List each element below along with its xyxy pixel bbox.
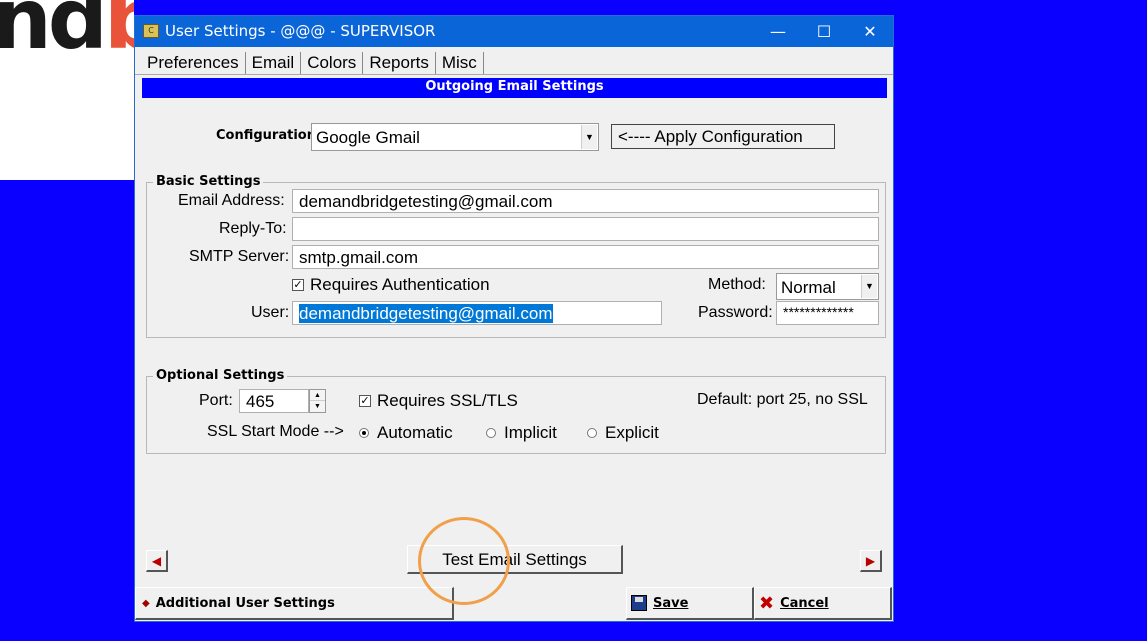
close-icon: ✕ [863,22,877,41]
chevron-down-icon: ▼ [861,275,877,298]
tab-strip: Preferences Email Colors Reports Misc [141,52,484,74]
user-label: User: [251,304,290,321]
red-x-icon: ✖ [759,592,775,614]
window-title: User Settings - @@@ - SUPERVISOR [165,22,436,40]
method-label: Method: [708,276,766,293]
requires-ssl-checkbox[interactable]: ✓ Requires SSL/TLS [359,391,518,411]
tab-email[interactable]: Email [245,52,302,74]
bottom-bar: ◆ Additional User Settings Save ✖ Cancel [135,587,893,621]
user-settings-window: C User Settings - @@@ - SUPERVISOR — ☐ ✕… [134,15,894,622]
optional-settings-title: Optional Settings [153,368,288,383]
save-button[interactable]: Save [626,587,754,620]
radio-selected-icon [359,428,369,438]
chevron-down-icon: ▼ [581,125,597,149]
radio-explicit[interactable]: Explicit [587,423,659,443]
basic-settings-title: Basic Settings [153,174,264,189]
port-label: Port: [199,392,233,409]
requires-authentication-label: Requires Authentication [310,275,490,294]
ssl-start-mode-label: SSL Start Mode --> [207,423,344,440]
radio-explicit-label: Explicit [605,423,659,442]
apply-configuration-button[interactable]: <---- Apply Configuration [611,124,835,149]
cancel-label: Cancel [780,595,829,611]
reply-to-field[interactable] [292,217,879,241]
arrow-right-icon: ▶ [865,553,876,568]
tab-reports[interactable]: Reports [363,52,436,74]
arrow-left-icon: ◀ [151,553,162,568]
user-field[interactable]: demandbridgetesting@gmail.com [292,301,662,325]
port-stepper[interactable]: ▲ ▼ [309,389,326,413]
email-panel: Outgoing Email Settings Configuration: G… [135,74,893,586]
background-logo: ndbridge [0,0,134,180]
radio-unselected-icon [486,428,496,438]
save-label: Save [653,595,689,611]
maximize-icon: ☐ [816,22,832,41]
radio-implicit[interactable]: Implicit [486,423,557,443]
method-select[interactable]: Normal ▼ [776,273,879,300]
smtp-server-label: SMTP Server: [189,248,290,265]
port-field[interactable]: 465 [239,389,309,413]
password-field[interactable]: ************* [776,301,879,325]
spin-down-icon[interactable]: ▼ [310,401,325,412]
additional-user-settings-label: Additional User Settings [155,595,335,611]
checkbox-checked-icon: ✓ [359,395,371,407]
maximize-button[interactable]: ☐ [801,16,847,47]
app-icon: C [143,24,159,38]
tab-misc[interactable]: Misc [436,52,484,74]
configuration-select[interactable]: Google Gmail ▼ [311,123,599,151]
diamond-icon: ◆ [142,597,150,609]
reply-to-label: Reply-To: [219,220,287,237]
password-label: Password: [698,304,773,321]
close-button[interactable]: ✕ [847,16,893,47]
requires-ssl-label: Requires SSL/TLS [377,391,518,410]
checkbox-checked-icon: ✓ [292,279,304,291]
smtp-server-field[interactable]: smtp.gmail.com [292,245,879,269]
email-address-field[interactable]: demandbridgetesting@gmail.com [292,189,879,213]
user-value-selected: demandbridgetesting@gmail.com [299,304,553,323]
radio-automatic[interactable]: Automatic [359,423,453,443]
minimize-icon: — [770,22,786,41]
configuration-label: Configuration: [216,128,322,143]
cancel-button[interactable]: ✖ Cancel [754,587,892,620]
test-email-settings-button[interactable]: Test Email Settings [407,545,623,574]
additional-user-settings-button[interactable]: ◆ Additional User Settings [135,587,454,620]
logo-text: ndbridge [0,0,134,68]
next-record-button[interactable]: ▶ [860,550,882,572]
radio-unselected-icon [587,428,597,438]
email-address-label: Email Address: [178,192,285,209]
tab-colors[interactable]: Colors [301,52,364,74]
tab-preferences[interactable]: Preferences [141,52,246,74]
minimize-button[interactable]: — [755,16,801,47]
spin-up-icon[interactable]: ▲ [310,390,325,401]
prev-record-button[interactable]: ◀ [146,550,168,572]
floppy-disk-icon [631,595,647,611]
requires-authentication-checkbox[interactable]: ✓ Requires Authentication [292,275,490,295]
section-header: Outgoing Email Settings [142,78,887,98]
method-value: Normal [781,278,836,297]
configuration-value: Google Gmail [316,128,420,147]
radio-automatic-label: Automatic [377,423,453,442]
default-note: Default: port 25, no SSL [697,391,868,408]
radio-implicit-label: Implicit [504,423,557,442]
title-bar[interactable]: C User Settings - @@@ - SUPERVISOR — ☐ ✕ [135,16,893,47]
